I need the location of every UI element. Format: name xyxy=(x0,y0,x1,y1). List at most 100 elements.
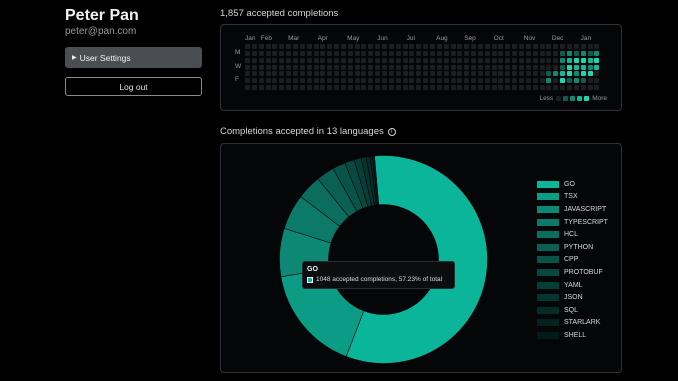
heatmap-cell[interactable] xyxy=(416,64,422,70)
heatmap-cell[interactable] xyxy=(388,71,394,77)
heatmap-cell[interactable] xyxy=(525,64,531,70)
heatmap-cell[interactable] xyxy=(580,44,586,49)
heatmap-cell[interactable] xyxy=(464,57,470,63)
heatmap-cell[interactable] xyxy=(299,50,305,56)
heatmap-cell[interactable] xyxy=(464,85,470,91)
heatmap-cell[interactable] xyxy=(395,78,401,84)
heatmap-cell[interactable] xyxy=(375,44,381,49)
heatmap-cell[interactable] xyxy=(539,57,545,63)
heatmap-cell[interactable] xyxy=(573,64,579,70)
heatmap-cell[interactable] xyxy=(594,50,600,56)
heatmap-cell[interactable] xyxy=(347,85,353,91)
heatmap-cell[interactable] xyxy=(443,78,449,84)
heatmap-cell[interactable] xyxy=(587,50,593,56)
heatmap-cell[interactable] xyxy=(423,64,429,70)
heatmap-cell[interactable] xyxy=(347,57,353,63)
heatmap-cell[interactable] xyxy=(560,85,566,91)
heatmap-cell[interactable] xyxy=(498,44,504,49)
heatmap-cell[interactable] xyxy=(416,50,422,56)
heatmap-cell[interactable] xyxy=(375,85,381,91)
heatmap-cell[interactable] xyxy=(573,78,579,84)
heatmap-cell[interactable] xyxy=(498,71,504,77)
heatmap-cell[interactable] xyxy=(450,78,456,84)
info-icon[interactable]: i xyxy=(387,127,396,136)
heatmap-cell[interactable] xyxy=(573,50,579,56)
heatmap-cell[interactable] xyxy=(340,44,346,49)
heatmap-cell[interactable] xyxy=(286,78,292,84)
heatmap-cell[interactable] xyxy=(299,71,305,77)
heatmap-cell[interactable] xyxy=(546,50,552,56)
legend-item-cpp[interactable]: CPP xyxy=(537,254,608,267)
heatmap-cell[interactable] xyxy=(279,71,285,77)
heatmap-cell[interactable] xyxy=(477,64,483,70)
heatmap-cell[interactable] xyxy=(258,57,264,63)
heatmap-cell[interactable] xyxy=(553,64,559,70)
heatmap-cell[interactable] xyxy=(245,50,250,56)
heatmap-cell[interactable] xyxy=(306,85,312,91)
heatmap-cell[interactable] xyxy=(361,71,367,77)
heatmap-cell[interactable] xyxy=(279,57,285,63)
heatmap-cell[interactable] xyxy=(498,57,504,63)
heatmap-cell[interactable] xyxy=(402,85,408,91)
heatmap-cell[interactable] xyxy=(580,85,586,91)
heatmap-cell[interactable] xyxy=(491,78,497,84)
legend-item-sql[interactable]: SQL xyxy=(537,304,608,317)
heatmap-cell[interactable] xyxy=(443,50,449,56)
heatmap-cell[interactable] xyxy=(539,71,545,77)
heatmap-cell[interactable] xyxy=(429,50,435,56)
heatmap-cell[interactable] xyxy=(361,78,367,84)
heatmap-cell[interactable] xyxy=(436,57,442,63)
heatmap-cell[interactable] xyxy=(279,78,285,84)
heatmap-cell[interactable] xyxy=(299,57,305,63)
heatmap-cell[interactable] xyxy=(491,85,497,91)
heatmap-cell[interactable] xyxy=(580,78,586,84)
heatmap-cell[interactable] xyxy=(512,85,518,91)
heatmap-cell[interactable] xyxy=(519,64,524,70)
heatmap-cell[interactable] xyxy=(491,71,497,77)
heatmap-cell[interactable] xyxy=(539,50,545,56)
heatmap-cell[interactable] xyxy=(546,64,552,70)
heatmap-cell[interactable] xyxy=(265,64,271,70)
heatmap-cell[interactable] xyxy=(464,50,470,56)
heatmap-cell[interactable] xyxy=(471,85,477,91)
heatmap-cell[interactable] xyxy=(546,57,552,63)
heatmap-cell[interactable] xyxy=(279,44,285,49)
heatmap-cell[interactable] xyxy=(532,78,538,84)
heatmap-cell[interactable] xyxy=(539,85,545,91)
heatmap-cell[interactable] xyxy=(334,44,340,49)
heatmap-cell[interactable] xyxy=(450,44,456,49)
heatmap-cell[interactable] xyxy=(375,78,381,84)
heatmap-cell[interactable] xyxy=(560,78,566,84)
heatmap-cell[interactable] xyxy=(594,78,600,84)
heatmap-cell[interactable] xyxy=(299,78,305,84)
heatmap-cell[interactable] xyxy=(409,44,415,49)
heatmap-cell[interactable] xyxy=(457,78,463,84)
heatmap-cell[interactable] xyxy=(566,78,572,84)
heatmap-cell[interactable] xyxy=(553,85,559,91)
heatmap-cell[interactable] xyxy=(532,44,538,49)
heatmap-cell[interactable] xyxy=(525,50,531,56)
heatmap-cell[interactable] xyxy=(498,78,504,84)
heatmap-cell[interactable] xyxy=(395,64,401,70)
heatmap-cell[interactable] xyxy=(265,85,271,91)
heatmap-cell[interactable] xyxy=(382,85,387,91)
heatmap-cell[interactable] xyxy=(525,71,531,77)
heatmap-cell[interactable] xyxy=(423,78,429,84)
heatmap-cell[interactable] xyxy=(519,50,524,56)
heatmap-cell[interactable] xyxy=(539,64,545,70)
heatmap-cell[interactable] xyxy=(320,64,326,70)
heatmap-cell[interactable] xyxy=(258,64,264,70)
heatmap-cell[interactable] xyxy=(313,57,319,63)
heatmap-cell[interactable] xyxy=(313,85,319,91)
heatmap-cell[interactable] xyxy=(402,64,408,70)
heatmap-cell[interactable] xyxy=(382,78,387,84)
heatmap-cell[interactable] xyxy=(292,78,298,84)
heatmap-cell[interactable] xyxy=(450,50,456,56)
heatmap-cell[interactable] xyxy=(306,57,312,63)
heatmap-cell[interactable] xyxy=(313,44,319,49)
heatmap-cell[interactable] xyxy=(313,78,319,84)
heatmap-cell[interactable] xyxy=(580,64,586,70)
heatmap-cell[interactable] xyxy=(464,44,470,49)
heatmap-cell[interactable] xyxy=(477,57,483,63)
heatmap-cell[interactable] xyxy=(546,71,552,77)
